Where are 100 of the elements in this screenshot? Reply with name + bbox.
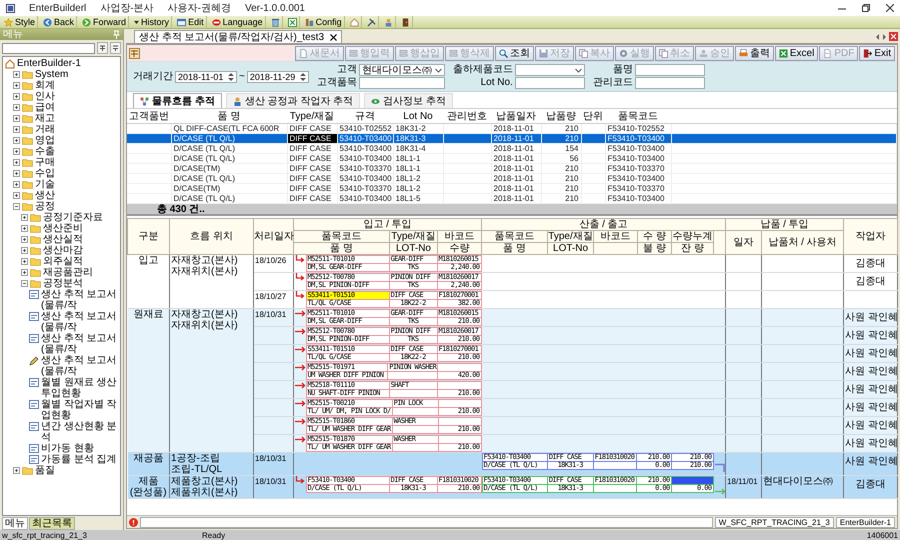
table-cell[interactable]: 18L1-5 <box>393 193 443 203</box>
table-cell[interactable] <box>127 173 171 183</box>
table-cell[interactable] <box>581 193 605 203</box>
table-cell[interactable]: F53410-T03400 <box>605 173 671 183</box>
table-cell[interactable]: D/CASE(TM) <box>171 163 287 173</box>
tree-item[interactable]: 생산 추적 보고서(물류/작 <box>41 289 120 311</box>
collapse-icon[interactable] <box>13 203 20 210</box>
table-cell[interactable] <box>127 163 171 173</box>
table-cell[interactable]: F53410-T02552 <box>605 123 671 133</box>
table-cell[interactable]: 2018-11-01 <box>491 173 541 183</box>
table-cell[interactable] <box>581 123 605 133</box>
pin-icon[interactable] <box>113 30 120 39</box>
table-cell[interactable]: DIFF CASE <box>287 163 337 173</box>
toolbar-button[interactable]: Language <box>210 16 266 28</box>
expand-icon[interactable] <box>13 137 20 144</box>
table-cell[interactable] <box>443 123 491 133</box>
toolbar-button[interactable]: Back <box>41 16 78 28</box>
table-cell[interactable]: 18L1-1 <box>393 163 443 173</box>
table-cell[interactable]: 53410-T03400 <box>337 193 393 203</box>
expand-all-button[interactable] <box>97 42 108 54</box>
tree-item[interactable]: 수출 <box>35 146 55 157</box>
expand-icon[interactable] <box>21 258 28 265</box>
table-cell[interactable]: D/CASE (TL Q/L) <box>171 153 287 163</box>
toolbar-icon-button[interactable] <box>348 16 362 28</box>
table-cell[interactable] <box>127 123 171 133</box>
tree-item[interactable]: 영업 <box>35 135 55 146</box>
table-cell[interactable]: 18K31-4 <box>393 143 443 153</box>
tree-item[interactable]: 재공품관리 <box>43 267 93 278</box>
collapse-icon[interactable] <box>21 280 28 287</box>
table-cell[interactable]: 18L1-1 <box>393 153 443 163</box>
tree-item[interactable]: 생산 추적 보고서(물류/작 <box>41 355 120 377</box>
tree-item[interactable]: 월별 작업자별 작업현황 <box>41 399 120 421</box>
tree-item[interactable]: 년간 생산현황 분석 <box>41 421 120 443</box>
tree-item[interactable]: 공정분석 <box>43 278 83 289</box>
form-icon[interactable] <box>129 48 140 58</box>
toolbar-icon-button[interactable] <box>286 16 300 28</box>
table-cell[interactable]: 53410-T02552 <box>337 123 393 133</box>
expand-icon[interactable] <box>13 104 20 111</box>
scroll-arrows-icon[interactable] <box>876 34 886 40</box>
table-cell[interactable] <box>581 143 605 153</box>
table-cell[interactable]: F53410-T03370 <box>605 163 671 173</box>
text-field[interactable] <box>358 77 445 89</box>
table-cell[interactable] <box>127 133 171 143</box>
action-button[interactable]: Excel <box>774 46 818 60</box>
restore-icon[interactable] <box>862 4 870 12</box>
close-icon[interactable] <box>886 4 894 12</box>
tree-item[interactable]: 생산마감 <box>43 245 83 256</box>
expand-icon[interactable] <box>13 181 20 188</box>
table-cell[interactable]: DIFF CASE <box>287 123 337 133</box>
table-cell[interactable]: 154 <box>541 143 581 153</box>
table-cell[interactable]: 18L1-2 <box>393 183 443 193</box>
text-field[interactable] <box>634 64 705 76</box>
text-field[interactable] <box>634 77 705 89</box>
table-cell[interactable]: 53410-T03370 <box>337 163 393 173</box>
table-cell[interactable]: 53410-T03370 <box>337 183 393 193</box>
table-cell[interactable] <box>443 193 491 203</box>
tree-item[interactable]: 생산 추적 보고서(물류/작 <box>41 333 120 355</box>
expand-icon[interactable] <box>13 159 20 166</box>
expand-icon[interactable] <box>21 247 28 254</box>
tree-item[interactable]: 급여 <box>35 102 55 113</box>
table-cell[interactable]: 56 <box>541 153 581 163</box>
tree-item[interactable]: 생산준비 <box>43 223 83 234</box>
toolbar-button[interactable]: History <box>132 16 172 28</box>
tree-item[interactable]: 기술 <box>35 179 55 190</box>
table-cell[interactable]: 18L1-2 <box>393 173 443 183</box>
table-cell[interactable]: F53410-T03400 <box>605 193 671 203</box>
table-cell[interactable]: DIFF CASE <box>287 173 337 183</box>
table-cell[interactable]: 2018-11-01 <box>491 163 541 173</box>
tree-item[interactable]: 비가동 현황 <box>41 443 94 454</box>
table-cell[interactable]: F53410-T03400 <box>605 143 671 153</box>
table-cell[interactable] <box>443 143 491 153</box>
collapse-all-button[interactable] <box>110 42 121 54</box>
table-cell[interactable]: 18K31-2 <box>393 123 443 133</box>
text-field[interactable] <box>514 77 585 89</box>
table-cell[interactable]: D/CASE(TM) <box>171 183 287 193</box>
expand-icon[interactable] <box>13 467 20 474</box>
tree-item[interactable]: 인사 <box>35 91 55 102</box>
table-cell[interactable]: D/CASE (TL Q/L) <box>171 143 287 153</box>
table-cell[interactable]: DIFF CASE <box>287 193 337 203</box>
table-cell[interactable] <box>127 153 171 163</box>
toolbar-button[interactable]: Style <box>2 16 38 28</box>
action-button[interactable]: Exit <box>859 46 895 60</box>
sidebar-tab[interactable]: 메뉴 <box>2 516 28 530</box>
expand-icon[interactable] <box>13 148 20 155</box>
table-cell[interactable]: DIFF CASE <box>287 153 337 163</box>
close-icon[interactable] <box>330 34 338 40</box>
tree-item[interactable]: 품질 <box>35 465 55 476</box>
table-cell[interactable]: DIFF CASE <box>287 183 337 193</box>
date-field[interactable]: 2018-11-29 <box>246 70 309 82</box>
table-cell[interactable]: 210 <box>541 193 581 203</box>
table-cell[interactable]: DIFF CASE <box>287 143 337 153</box>
table-cell[interactable]: 2018-11-01 <box>491 123 541 133</box>
tree-item[interactable]: 생산실적 <box>43 234 83 245</box>
tree-item[interactable]: 재고 <box>35 113 55 124</box>
expand-icon[interactable] <box>13 192 20 199</box>
table-cell[interactable]: 2018-11-01 <box>491 183 541 193</box>
expand-icon[interactable] <box>21 214 28 221</box>
tree-item[interactable]: 구매 <box>35 157 55 168</box>
document-tab[interactable]: 생산 추적 보고서(물류/작업자/검사)_test3 <box>134 30 342 43</box>
table-cell[interactable]: 2018-11-01 <box>491 193 541 203</box>
